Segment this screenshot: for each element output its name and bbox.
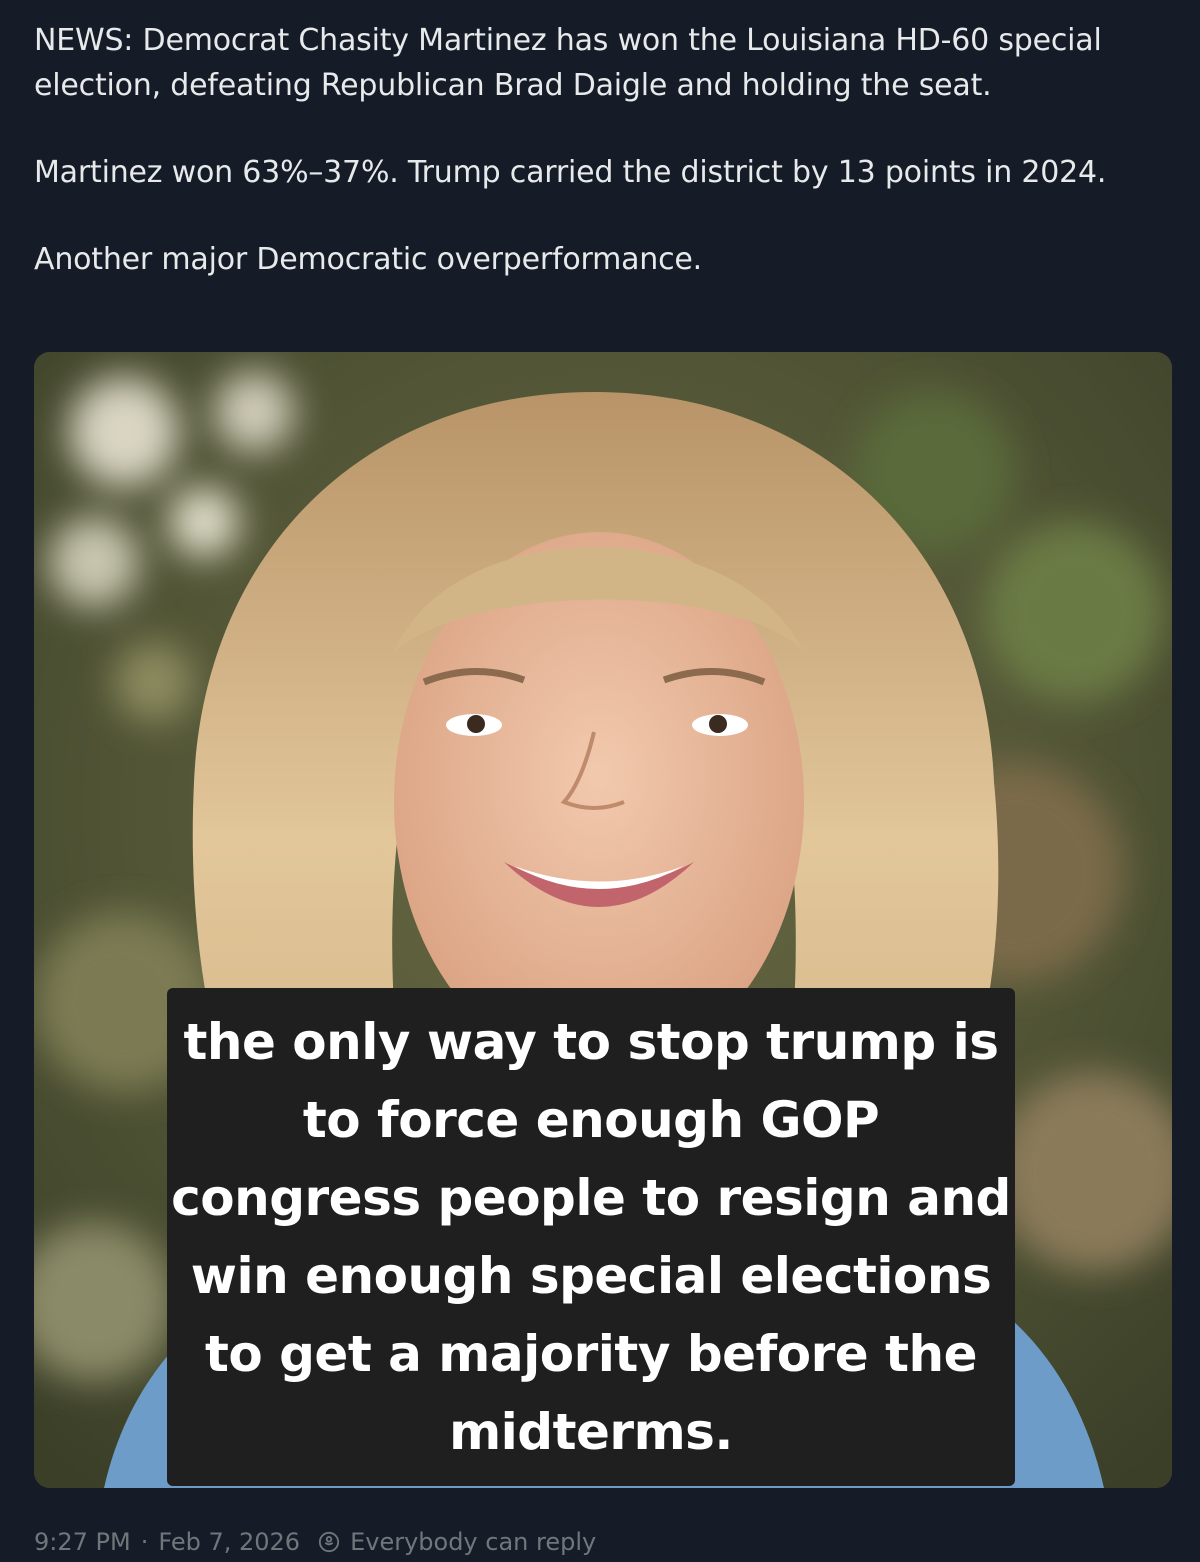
post-time[interactable]: 9:27 PM <box>34 1528 131 1556</box>
post-image[interactable]: the only way to stop trump is to force e… <box>34 352 1172 1488</box>
image-caption-text: the only way to stop trump is to force e… <box>171 1013 1011 1461</box>
post-text: NEWS: Democrat Chasity Martinez has won … <box>34 18 1174 282</box>
post-meta: 9:27 PM · Feb 7, 2026 Everybody can repl… <box>34 1522 596 1562</box>
post-paragraph-2: Martinez won 63%–37%. Trump carried the … <box>34 155 1107 190</box>
meta-separator: · <box>140 1528 149 1556</box>
post-date[interactable]: Feb 7, 2026 <box>158 1528 300 1556</box>
image-caption-box: the only way to stop trump is to force e… <box>167 988 1015 1486</box>
reply-permission-icon <box>318 1531 340 1553</box>
reply-setting-label: Everybody can reply <box>350 1528 597 1556</box>
post-paragraph-1: NEWS: Democrat Chasity Martinez has won … <box>34 23 1102 103</box>
post-paragraph-3: Another major Democratic overperformance… <box>34 242 703 277</box>
